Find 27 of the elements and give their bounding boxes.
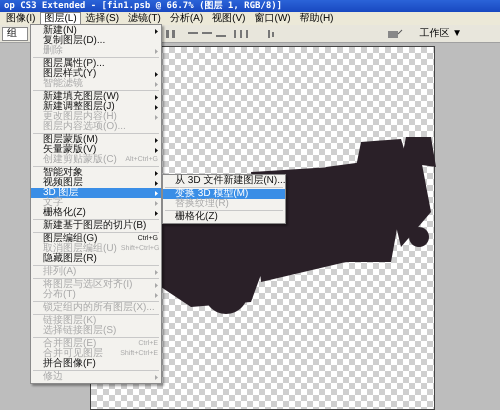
menu-item[interactable]: 复制图层(D)...: [31, 36, 161, 46]
menu-item[interactable]: 新建调整图层(J): [31, 102, 161, 112]
palette-well-icon[interactable]: [387, 28, 404, 38]
menu-bar-item[interactable]: 图像(I): [2, 12, 40, 26]
menu-item[interactable]: 视频图层: [31, 178, 161, 188]
menu-item[interactable]: 图层样式(Y): [31, 69, 161, 79]
menu-item[interactable]: 栅格化(Z): [31, 208, 161, 218]
window-title: op CS3 Extended - [fin1.psb @ 66.7% (图层 1, RGB/8)]: [4, 0, 282, 12]
menu-item[interactable]: 新建填充图层(W): [31, 92, 161, 102]
menu-bar-item[interactable]: 选择(S): [82, 12, 124, 26]
input-field[interactable]: 组: [2, 26, 28, 40]
menu-item[interactable]: 从 3D 文件新建图层(N)...: [163, 176, 285, 186]
menu-bar-item[interactable]: 滤镜(T): [124, 12, 165, 26]
workspace-button[interactable]: 工作区 ▼: [415, 28, 466, 40]
menu-item[interactable]: 栅格化(Z): [163, 212, 285, 222]
menu-item[interactable]: 图层属性(P)...: [31, 59, 161, 69]
menu-item[interactable]: 隐藏图层(R): [31, 254, 161, 264]
menu-item[interactable]: 图层蒙版(M): [31, 135, 161, 145]
menu-item[interactable]: 新建(N): [31, 26, 161, 36]
menu-bar-item[interactable]: 窗口(W): [250, 12, 295, 26]
menu-bar-item[interactable]: 视图(V): [208, 12, 250, 26]
menu-bar-item[interactable]: 分析(A): [166, 12, 208, 26]
menu-item[interactable]: 矢量蒙版(V): [31, 145, 161, 155]
menu-item[interactable]: 新建基于图层的切片(B): [31, 221, 161, 231]
menu-bar-item[interactable]: 帮助(H): [296, 12, 338, 26]
menu-item[interactable]: 拼合图像(F): [31, 359, 161, 369]
menu-item[interactable]: 智能对象: [31, 168, 161, 178]
